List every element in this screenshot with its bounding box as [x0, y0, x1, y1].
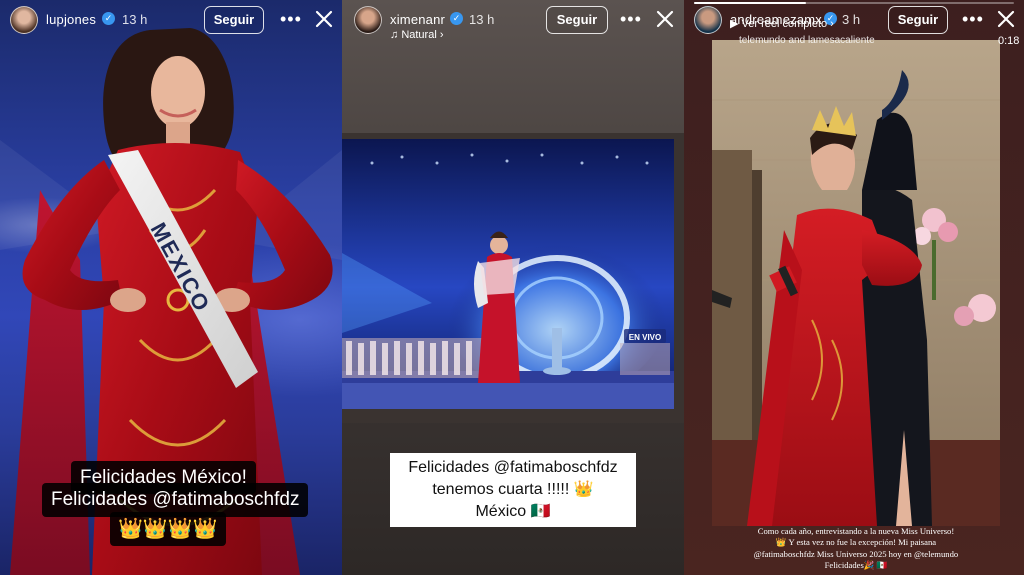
caption-line: México 🇲🇽: [475, 503, 551, 520]
video-mention[interactable]: telemundo and lamesacaliente: [739, 35, 875, 46]
story-header: ximenanr ✓ 13 h ♫ Natural › Seguir •••: [342, 0, 684, 46]
caption-line: tenemos cuarta !!!!! 👑: [432, 481, 594, 498]
live-badge: EN VIVO: [629, 333, 661, 342]
stories-viewer: MEXICO lupjones ✓ 13 h Seguir ••• Felici…: [0, 0, 1024, 575]
reel-link[interactable]: ▶ Ver reel completo ›: [730, 17, 834, 30]
chevron-right-icon: ›: [827, 18, 834, 30]
more-options-icon[interactable]: •••: [962, 10, 984, 28]
avatar[interactable]: [694, 6, 722, 34]
more-options-icon[interactable]: •••: [280, 10, 302, 28]
close-icon[interactable]: [655, 9, 675, 29]
chevron-right-icon: ›: [436, 29, 444, 41]
timestamp: 3 h: [842, 12, 861, 27]
story-2[interactable]: EN VIVO ximenanr ✓ 13 h ♫ Natural › Segu…: [342, 0, 684, 575]
timestamp: 13 h: [469, 12, 495, 27]
caption-text: Como cada año, entrevistando a la nueva …: [708, 526, 1004, 572]
music-note-icon: ♫: [390, 29, 402, 41]
music-subtitle[interactable]: ♫ Natural ›: [390, 29, 444, 41]
story-2-photo: EN VIVO: [342, 133, 684, 423]
follow-button[interactable]: Seguir: [888, 6, 948, 34]
story-header: lupjones ✓ 13 h Seguir •••: [0, 0, 342, 46]
close-icon[interactable]: [314, 9, 334, 29]
story-3-video[interactable]: [712, 40, 1000, 526]
avatar[interactable]: [354, 6, 382, 34]
username[interactable]: ximenanr: [390, 12, 445, 27]
caption-line: @fatimaboschfdz Miss Universo 2025 hoy e…: [753, 548, 959, 559]
caption-crowns: 👑👑👑👑: [110, 512, 226, 546]
verified-badge-icon: ✓: [450, 12, 463, 25]
caption-line: Como cada año, entrevistando a la nueva …: [757, 526, 955, 536]
follow-button[interactable]: Seguir: [204, 6, 264, 34]
more-options-icon[interactable]: •••: [620, 10, 642, 28]
caption-line: 👑 Y esta vez no fue la excepción! Mi pai…: [775, 537, 937, 548]
video-timestamp: 0:18: [998, 35, 1020, 47]
close-icon[interactable]: [996, 9, 1016, 29]
avatar[interactable]: [10, 6, 38, 34]
caption-line: Felicidades🎉 🇲🇽: [824, 560, 888, 571]
story-3[interactable]: andreamezamx ✓ 3 h ▶ Ver reel completo ›…: [684, 0, 1024, 575]
username[interactable]: lupjones: [46, 12, 96, 27]
follow-button[interactable]: Seguir: [546, 6, 608, 34]
reel-icon: ▶: [730, 18, 742, 30]
caption-box: Felicidades @fatimaboschfdz tenemos cuar…: [390, 453, 636, 527]
verified-badge-icon: ✓: [102, 12, 115, 25]
caption-line: Felicidades @fatimaboschfdz: [408, 459, 618, 476]
timestamp: 13 h: [122, 12, 148, 27]
story-1[interactable]: MEXICO lupjones ✓ 13 h Seguir ••• Felici…: [0, 0, 342, 575]
